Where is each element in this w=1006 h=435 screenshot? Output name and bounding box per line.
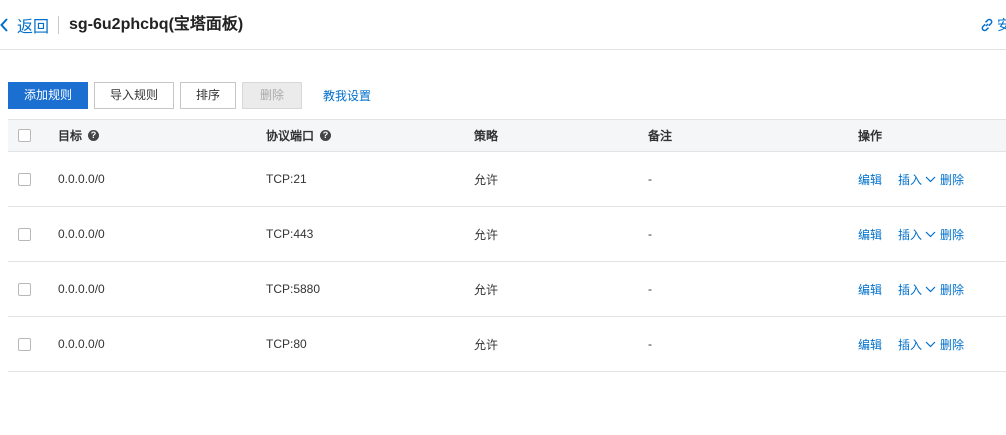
sort-button[interactable]: 排序 (180, 82, 236, 109)
toolbar: 添加规则 导入规则 排序 删除 教我设置 (8, 82, 371, 109)
cell-remark: - (648, 227, 652, 241)
table-row: 0.0.0.0/0 TCP:443 允许 - 编辑 插入 删除 (8, 207, 1006, 262)
cell-policy: 允许 (474, 337, 499, 352)
table-header: 目标 ? 协议端口 ? 策略 备注 操作 (8, 119, 1006, 152)
cell-protocol-port: TCP:21 (266, 172, 307, 186)
delete-link[interactable]: 删除 (940, 336, 964, 353)
cell-target: 0.0.0.0/0 (58, 227, 105, 241)
table-row: 0.0.0.0/0 TCP:80 允许 - 编辑 插入 删除 (8, 317, 1006, 372)
cell-target: 0.0.0.0/0 (58, 337, 105, 351)
cell-remark: - (648, 172, 652, 186)
guide-link[interactable]: 教我设置 (323, 87, 371, 104)
cell-protocol-port: TCP:443 (266, 227, 314, 241)
column-actions: 操作 (858, 129, 883, 143)
chevron-left-icon (0, 18, 8, 32)
column-policy: 策略 (474, 129, 499, 143)
chevron-down-icon[interactable] (925, 341, 936, 348)
page-header: 返回 sg-6u2phcbq(宝塔面板) 安 (0, 0, 1006, 50)
cell-policy: 允许 (474, 172, 499, 187)
row-checkbox[interactable] (18, 172, 31, 186)
rules-table: 目标 ? 协议端口 ? 策略 备注 操作 0.0.0.0/0 TCP:21 允许… (8, 119, 1006, 372)
cell-policy: 允许 (474, 282, 499, 297)
row-checkbox[interactable] (18, 337, 31, 351)
cell-protocol-port: TCP:80 (266, 337, 307, 351)
select-all-checkbox[interactable] (18, 129, 31, 142)
delete-link[interactable]: 删除 (940, 226, 964, 243)
question-circle-icon[interactable]: ? (320, 130, 332, 141)
add-rule-button[interactable]: 添加规则 (8, 82, 88, 109)
cell-target: 0.0.0.0/0 (58, 282, 105, 296)
cell-remark: - (648, 282, 652, 296)
edit-link[interactable]: 编辑 (858, 171, 882, 188)
column-remark: 备注 (648, 129, 673, 143)
back-link[interactable]: 返回 (0, 14, 49, 36)
row-checkbox[interactable] (18, 227, 31, 241)
edit-link[interactable]: 编辑 (858, 336, 882, 353)
chevron-down-icon[interactable] (925, 176, 936, 183)
delete-link[interactable]: 删除 (940, 171, 964, 188)
insert-link[interactable]: 插入 (898, 336, 922, 353)
column-protocol-port: 协议端口 (266, 129, 315, 143)
back-label: 返回 (17, 19, 50, 36)
table-row: 0.0.0.0/0 TCP:21 允许 - 编辑 插入 删除 (8, 152, 1006, 207)
delete-button[interactable]: 删除 (242, 82, 302, 109)
cell-remark: - (648, 337, 652, 351)
table-row: 0.0.0.0/0 TCP:5880 允许 - 编辑 插入 删除 (8, 262, 1006, 317)
header-right-label: 安 (997, 17, 1006, 33)
import-rules-button[interactable]: 导入规则 (94, 82, 174, 109)
cell-protocol-port: TCP:5880 (266, 282, 321, 296)
chevron-down-icon[interactable] (925, 231, 936, 238)
header-right-link[interactable]: 安 (980, 15, 1006, 35)
row-checkbox[interactable] (18, 282, 31, 296)
question-circle-icon[interactable]: ? (88, 130, 100, 141)
chevron-down-icon[interactable] (925, 286, 936, 293)
delete-link[interactable]: 删除 (940, 281, 964, 298)
insert-link[interactable]: 插入 (898, 281, 922, 298)
link-icon (981, 18, 993, 32)
page-title: sg-6u2phcbq(宝塔面板) (69, 16, 244, 33)
insert-link[interactable]: 插入 (898, 171, 922, 188)
cell-target: 0.0.0.0/0 (58, 172, 105, 186)
edit-link[interactable]: 编辑 (858, 281, 882, 298)
edit-link[interactable]: 编辑 (858, 226, 882, 243)
column-target: 目标 (58, 129, 83, 143)
insert-link[interactable]: 插入 (898, 226, 922, 243)
cell-policy: 允许 (474, 227, 499, 242)
header-divider (58, 16, 59, 34)
